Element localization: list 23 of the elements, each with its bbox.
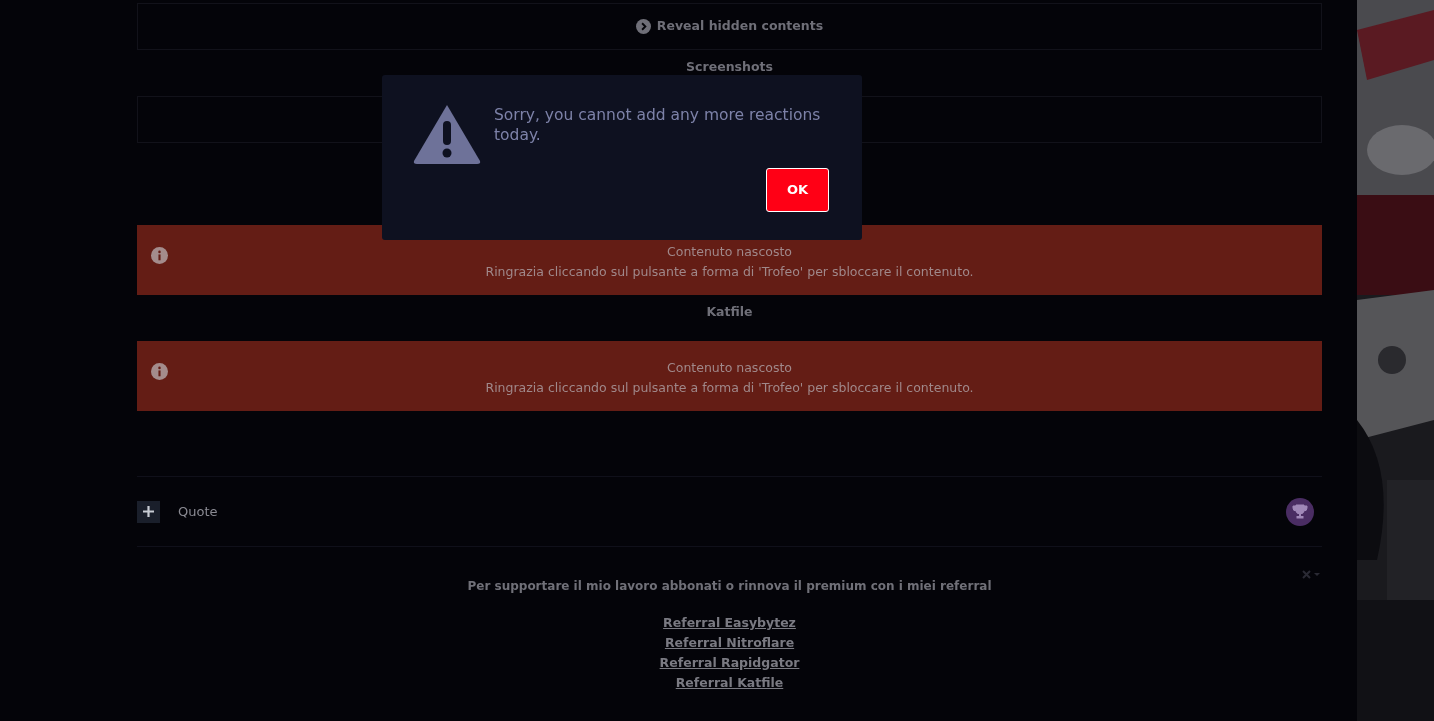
notice-message: Ringrazia cliccando sul pulsante a forma di 'Trofeo' per sbloccare il contenuto.: [485, 379, 974, 397]
dialog-message: Sorry, you cannot add any more reactions today.: [494, 105, 822, 145]
notice-title: Contenuto nascosto: [667, 243, 792, 261]
warning-icon: [412, 103, 482, 165]
section-heading: Screenshots: [685, 58, 774, 76]
notice-title: Contenuto nascosto: [667, 359, 792, 377]
plus-icon: [143, 506, 154, 517]
trophy-icon: [1292, 503, 1308, 520]
referral-link[interactable]: Referral Nitroflare: [664, 633, 795, 653]
chevron-icon: [635, 19, 651, 34]
info-icon: [151, 247, 168, 264]
ok-button[interactable]: OK: [766, 168, 829, 212]
info-icon: [151, 363, 168, 380]
section-heading: Katfile: [705, 303, 754, 321]
trophy-button[interactable]: [1286, 497, 1314, 526]
notice-message: Ringrazia cliccando sul pulsante a forma di 'Trofeo' per sbloccare il contenuto.: [485, 263, 974, 281]
referral-link[interactable]: Referral Katfile: [675, 673, 784, 693]
referral-link[interactable]: Referral Easybytez: [663, 613, 796, 633]
signature-text: Per supportare il mio lavoro abbonati o rinnova il premium con i miei referral: [466, 578, 993, 595]
reveal-button[interactable]: Reveal hidden contents: [137, 3, 1322, 50]
referral-link[interactable]: Referral Rapidgator: [659, 653, 800, 673]
add-button[interactable]: [137, 500, 160, 523]
quote-link[interactable]: Quote: [178, 501, 218, 522]
